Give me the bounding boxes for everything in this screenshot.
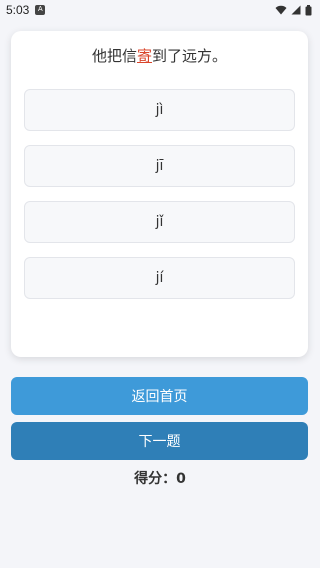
wifi-icon [275,5,287,15]
score-display: 得分：0 [0,468,320,488]
question-sentence: 他把信寄到了远方。 [11,45,308,66]
app-notification-icon: A [35,5,46,15]
status-right [275,4,312,16]
question-card: 他把信寄到了远方。 jì jī jǐ jí [11,31,308,357]
question-text-before: 他把信 [91,47,137,65]
status-left: 5:03 A [6,3,46,17]
answer-option-4[interactable]: jí [24,257,295,299]
status-bar: 5:03 A [0,0,320,20]
return-home-button[interactable]: 返回首页 [11,377,308,415]
score-value: 0 [176,471,186,487]
answer-option-2[interactable]: jī [24,145,295,187]
question-target-character: 寄 [136,47,152,65]
answer-option-3[interactable]: jǐ [24,201,295,243]
status-time: 5:03 [6,3,30,17]
score-label: 得分： [134,471,177,487]
signal-icon [291,5,301,15]
battery-icon [305,4,312,15]
answer-option-1[interactable]: jì [24,89,295,131]
next-question-button[interactable]: 下一题 [11,422,308,460]
question-text-after: 到了远方。 [152,47,228,65]
